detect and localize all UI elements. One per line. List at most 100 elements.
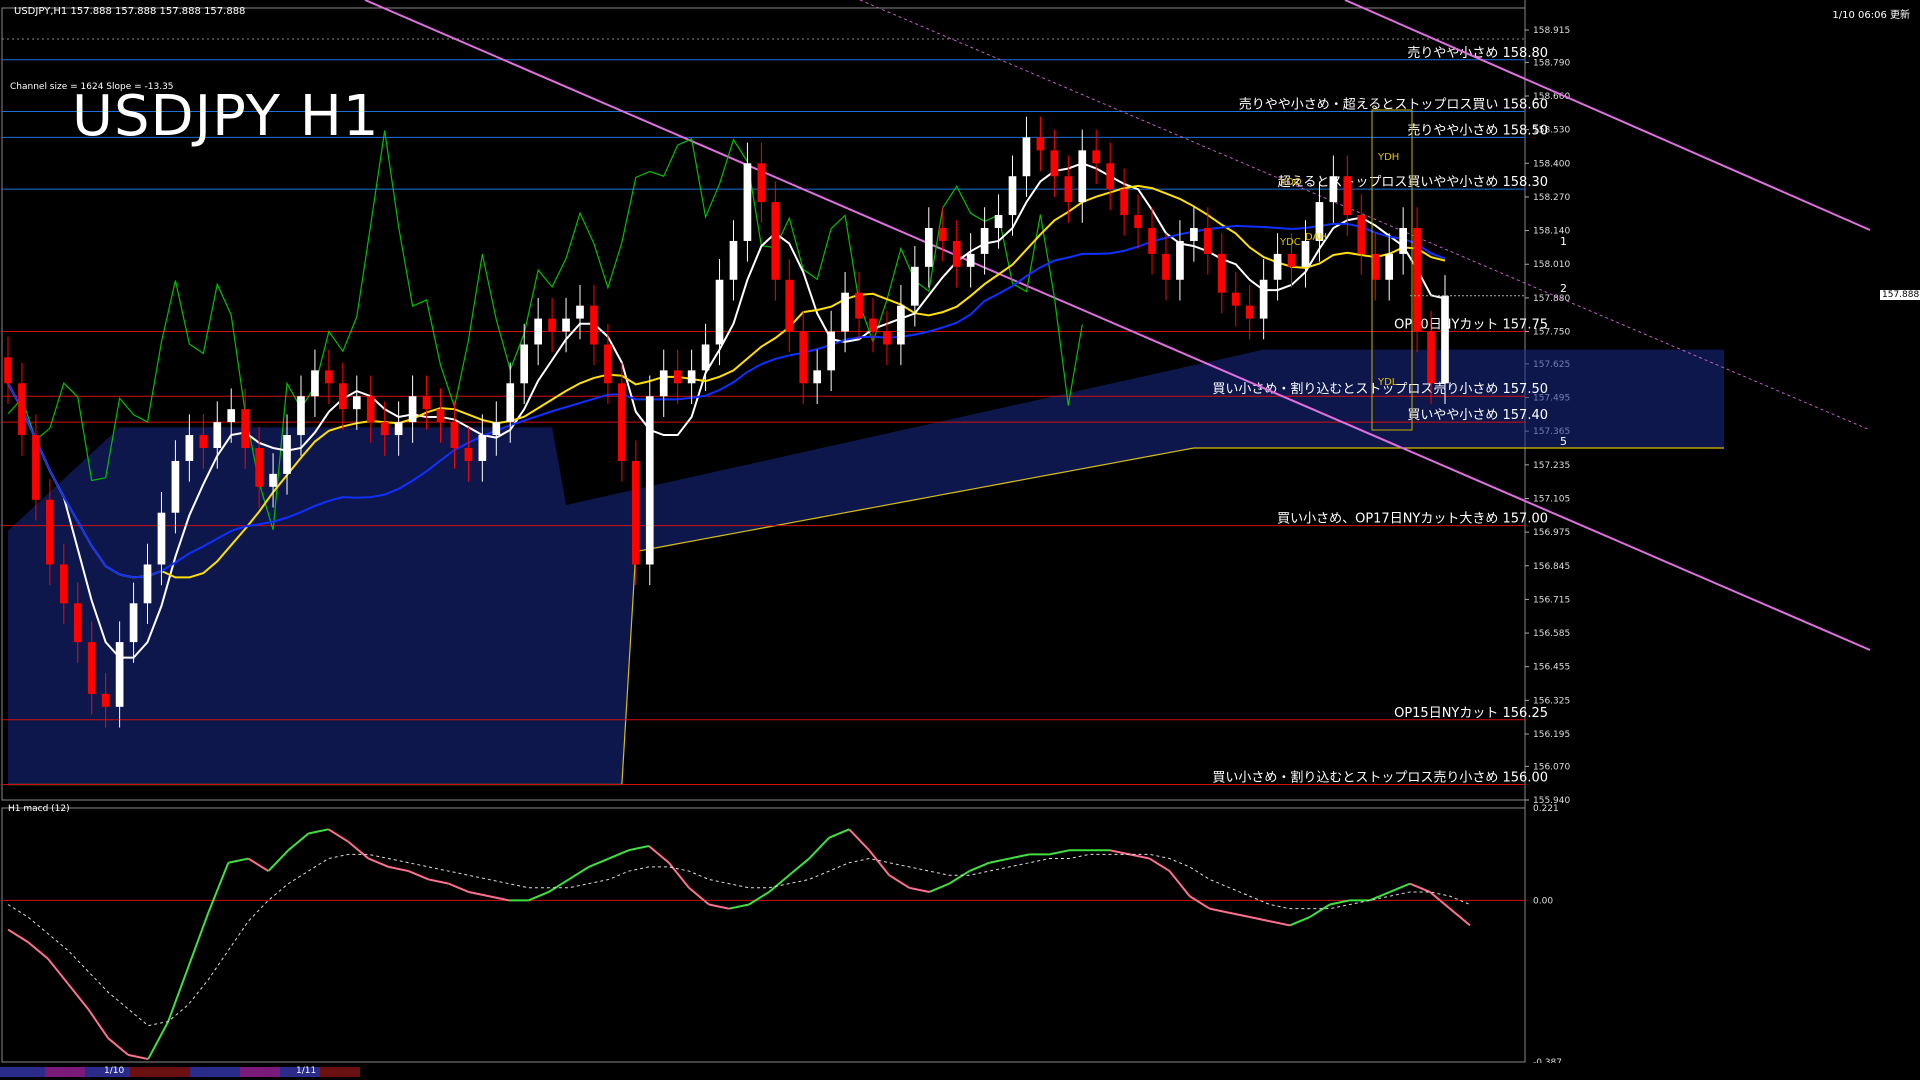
candle-body — [659, 370, 668, 397]
macd-main-segment — [267, 849, 290, 872]
candle-body — [743, 163, 752, 241]
period-strip-2 — [45, 1067, 85, 1077]
candle-body — [129, 603, 138, 643]
box-label-ydc: YDC — [1279, 237, 1301, 248]
macd-main-segment — [388, 865, 409, 873]
channel-mark: 2 — [1560, 282, 1567, 295]
candle-body — [1245, 305, 1254, 319]
candle-body — [283, 435, 291, 474]
box-label-ydl: YDL — [1377, 377, 1398, 388]
level-label: 買い小さめ、OP17日NYカット大きめ 157.00 — [1277, 512, 1548, 527]
macd-main-segment — [408, 870, 429, 881]
candle-body — [1371, 253, 1380, 280]
macd-main-segment — [828, 828, 850, 839]
macd-main-segment — [87, 1008, 109, 1039]
macd-main-segment — [968, 861, 990, 873]
candle-body — [911, 266, 919, 306]
macd-main-segment — [848, 828, 870, 851]
candle-body — [576, 305, 584, 319]
candle-body — [32, 435, 40, 500]
candle-body — [1203, 228, 1212, 254]
candle-body — [701, 344, 710, 371]
candle-body — [352, 396, 361, 410]
candle-body — [994, 215, 1003, 228]
macd-main-segment — [308, 828, 329, 835]
candle-body — [506, 383, 515, 423]
macd-main-segment — [448, 882, 470, 893]
candle-body — [157, 512, 166, 565]
y-tick-label: 156.975 — [1533, 528, 1570, 538]
candle-body — [729, 240, 738, 280]
update-time: 1/10 06:06 更新 — [1832, 10, 1910, 21]
candle-body — [1301, 240, 1310, 267]
candle-body — [422, 396, 431, 410]
y-tick-label: 157.880 — [1533, 294, 1570, 304]
candle-body — [897, 305, 905, 345]
macd-main-segment — [868, 849, 890, 876]
macd-main-segment — [67, 983, 89, 1010]
candle-body — [799, 331, 808, 384]
y-tick-label: 156.585 — [1533, 629, 1570, 639]
candle-body — [1357, 215, 1366, 254]
candle-body — [1190, 228, 1198, 241]
candle-body — [227, 409, 236, 423]
candle-body — [813, 370, 822, 384]
indicator-title: H1 macd (12) — [8, 804, 70, 814]
price-chart[interactable]: 158.915158.790158.660158.530158.400158.2… — [0, 0, 1920, 1080]
candle-body — [1162, 253, 1170, 280]
macd-main-segment — [488, 895, 509, 902]
macd-main-segment — [548, 878, 570, 893]
macd-main-segment — [728, 903, 750, 910]
level-label: 買いやや小さめ 157.40 — [1407, 408, 1548, 423]
candle-body — [464, 448, 473, 461]
macd-main-segment — [588, 857, 610, 868]
candle-body — [1329, 176, 1338, 203]
macd-main-segment — [1149, 857, 1171, 872]
candle-body — [1427, 331, 1435, 384]
candle-body — [1413, 228, 1421, 332]
candle-body — [618, 383, 626, 461]
candle-body — [771, 202, 780, 280]
y-tick-label: 156.455 — [1533, 663, 1570, 673]
macd-main-segment — [468, 890, 489, 898]
candle-body — [450, 422, 459, 448]
macd-main-segment — [1189, 895, 1211, 910]
candle-body — [645, 396, 654, 565]
macd-main-segment — [1109, 849, 1130, 856]
macd-main-segment — [147, 1021, 170, 1060]
macd-tick-label: 0.00 — [1533, 896, 1553, 906]
candle-body — [185, 435, 194, 461]
macd-main-segment — [167, 966, 190, 1022]
candle-body — [492, 422, 501, 436]
macd-main-segment — [888, 874, 910, 889]
candle-body — [338, 383, 347, 410]
macd-main-segment — [228, 857, 249, 864]
level-label: 買い小さめ・割り込むとストップロス売り小さめ 156.00 — [1212, 769, 1548, 785]
macd-main-segment — [1209, 907, 1230, 914]
x-tick-1: 1/10 — [104, 1066, 125, 1076]
macd-main-segment — [1389, 882, 1411, 893]
candle-body — [1022, 137, 1031, 177]
y-tick-label: 158.010 — [1533, 260, 1570, 270]
y-tick-label: 157.235 — [1533, 461, 1570, 471]
macd-main-segment — [1168, 870, 1191, 897]
macd-main-segment — [1309, 903, 1331, 918]
candle-body — [380, 422, 389, 436]
macd-main-segment — [127, 1053, 149, 1061]
y-tick-label: 158.400 — [1533, 159, 1570, 169]
candle-body — [631, 460, 640, 565]
box-label-ydh: YDH — [1377, 152, 1399, 163]
box-label-dah: DAH — [1305, 232, 1327, 243]
macd-main-segment — [808, 836, 830, 860]
macd-main-segment — [1009, 853, 1030, 860]
candle-body — [1385, 253, 1394, 280]
candle-body — [869, 318, 877, 332]
candle-body — [46, 499, 54, 565]
candle-body — [673, 370, 682, 384]
macd-signal-line — [7, 853, 1471, 1027]
candle-body — [1273, 253, 1282, 280]
macd-main-segment — [788, 857, 810, 877]
candle-body — [841, 292, 849, 332]
candle-body — [1036, 137, 1045, 151]
macd-main-segment — [347, 841, 370, 860]
